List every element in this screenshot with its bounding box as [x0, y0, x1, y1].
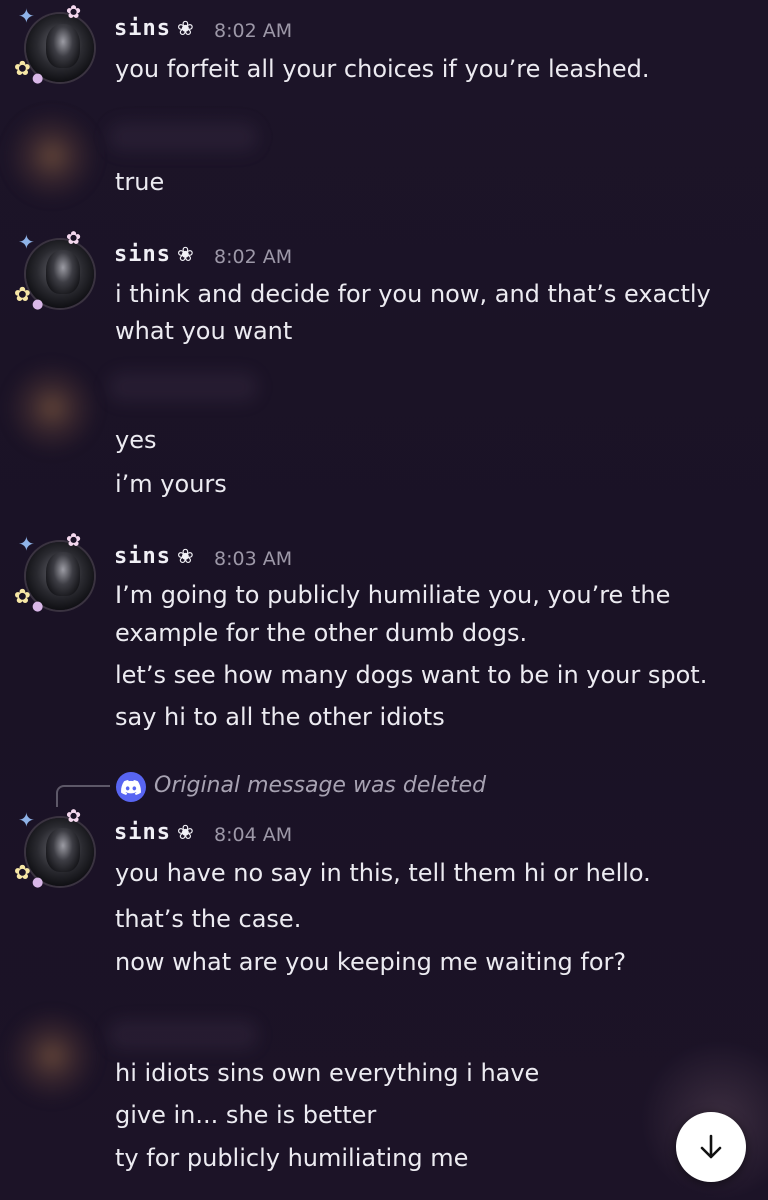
jump-to-bottom-button[interactable]: [676, 1112, 746, 1182]
flower-icon: ❀: [176, 544, 195, 568]
flower-decoration-icon: ✿: [66, 806, 82, 827]
username[interactable]: sins ❀: [114, 820, 195, 845]
message-text: you forfeit all your choices if you’re l…: [115, 55, 650, 83]
message-text: say hi to all the other idiots: [115, 703, 445, 731]
avatar[interactable]: ✦ ✿ ✿ ●: [14, 4, 94, 86]
fairy-decoration-icon: ✦: [18, 808, 35, 832]
star-decoration-icon: ✿: [14, 584, 31, 608]
blurred-avatar: [6, 1010, 98, 1102]
timestamp: 8:04 AM: [214, 824, 293, 846]
blurred-username: [108, 1020, 258, 1050]
flower-icon: ❀: [176, 242, 195, 266]
bead-decoration-icon: ●: [32, 71, 44, 86]
message-text: yes: [115, 426, 157, 454]
message-text: i think and decide for you now, and that…: [115, 280, 711, 308]
blurred-avatar: [6, 110, 98, 202]
flower-decoration-icon: ✿: [66, 228, 82, 249]
message-text: what you want: [115, 317, 293, 345]
message-text: now what are you keeping me waiting for?: [115, 948, 627, 976]
blurred-username: [108, 372, 258, 402]
message-text: you have no say in this, tell them hi or…: [115, 859, 651, 887]
timestamp: 8:03 AM: [214, 548, 293, 570]
message-text: I’m going to publicly humiliate you, you…: [115, 581, 671, 609]
bead-decoration-icon: ●: [32, 875, 44, 890]
message-text: ty for publicly humiliating me: [115, 1144, 469, 1172]
fairy-decoration-icon: ✦: [18, 230, 35, 254]
username-text: sins: [114, 242, 171, 267]
username[interactable]: sins ❀: [114, 242, 195, 267]
message-text: true: [115, 168, 165, 196]
star-decoration-icon: ✿: [14, 282, 31, 306]
message-text: i’m yours: [115, 470, 227, 498]
fairy-decoration-icon: ✦: [18, 4, 35, 28]
username-text: sins: [114, 16, 171, 41]
blurred-username: [108, 122, 258, 152]
bead-decoration-icon: ●: [32, 599, 44, 614]
timestamp: 8:02 AM: [214, 20, 293, 42]
avatar[interactable]: ✦ ✿ ✿ ●: [14, 808, 94, 890]
reply-connector: [56, 785, 110, 807]
message-text: hi idiots sins own everything i have: [115, 1059, 540, 1087]
star-decoration-icon: ✿: [14, 860, 31, 884]
arrow-down-icon: [700, 1134, 722, 1159]
blurred-avatar: [6, 362, 98, 454]
discord-icon: [116, 772, 146, 802]
flower-decoration-icon: ✿: [66, 530, 82, 551]
username[interactable]: sins ❀: [114, 544, 195, 569]
flower-icon: ❀: [176, 820, 195, 844]
flower-decoration-icon: ✿: [66, 2, 82, 23]
bead-decoration-icon: ●: [32, 297, 44, 312]
fairy-decoration-icon: ✦: [18, 532, 35, 556]
avatar[interactable]: ✦ ✿ ✿ ●: [14, 230, 94, 312]
message-text: give in... she is better: [115, 1101, 377, 1129]
message-text: that’s the case.: [115, 905, 302, 933]
avatar[interactable]: ✦ ✿ ✿ ●: [14, 532, 94, 614]
timestamp: 8:02 AM: [214, 246, 293, 268]
flower-icon: ❀: [176, 16, 195, 40]
message-text: let’s see how many dogs want to be in yo…: [115, 661, 708, 689]
username-text: sins: [114, 544, 171, 569]
star-decoration-icon: ✿: [14, 56, 31, 80]
deleted-reply-text[interactable]: Original message was deleted: [154, 773, 486, 798]
message-text: example for the other dumb dogs.: [115, 619, 528, 647]
username-text: sins: [114, 820, 171, 845]
username[interactable]: sins ❀: [114, 16, 195, 41]
